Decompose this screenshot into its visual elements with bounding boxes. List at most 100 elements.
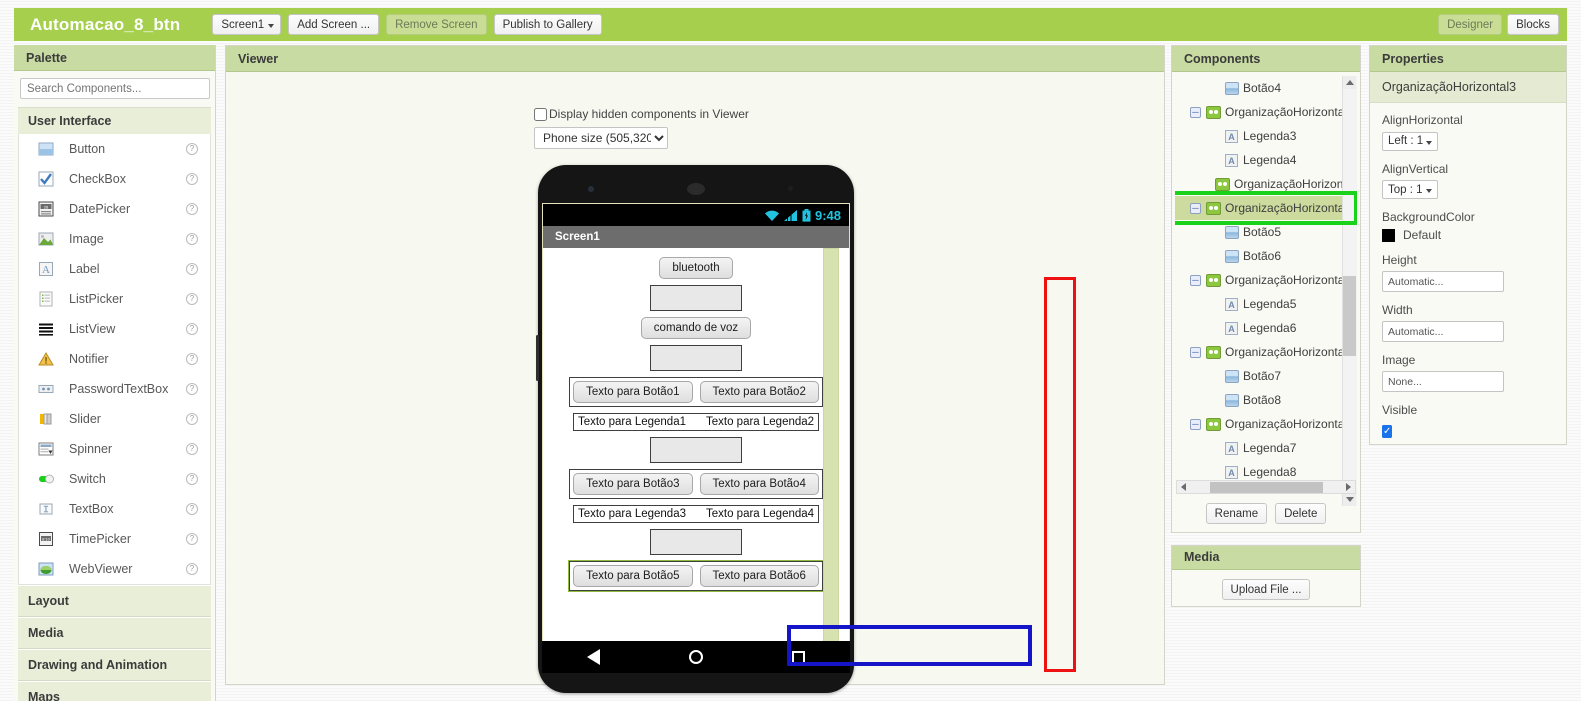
designer-tab-button[interactable]: Designer	[1438, 14, 1503, 35]
palette-category-layout[interactable]: Layout	[18, 585, 211, 617]
phone-horizontal-arrangement-buttons[interactable]: Texto para Botão5 Texto para Botão6	[568, 560, 824, 592]
tree-node-organizaçãohorizonta[interactable]: ─ OrganizaçãoHorizonta	[1175, 196, 1343, 220]
components-tree-horizontal-scrollbar[interactable]	[1176, 480, 1356, 494]
recents-icon[interactable]	[792, 650, 806, 664]
tree-node-legenda7[interactable]: A Legenda7	[1175, 436, 1343, 460]
palette-item-listpicker[interactable]: ListPicker?	[19, 284, 210, 314]
tree-node-botão7[interactable]: Botão7	[1175, 364, 1343, 388]
phone-size-select[interactable]: Phone size (505,320)	[534, 127, 668, 149]
property-text-input[interactable]	[1382, 371, 1504, 392]
scroll-up-icon[interactable]	[1343, 76, 1356, 89]
palette-item-listview[interactable]: ListView?	[19, 314, 210, 344]
horizontal-arrangement[interactable]: Texto para Botão5 Texto para Botão6	[568, 560, 824, 592]
phone-button[interactable]: bluetooth	[659, 257, 733, 279]
help-icon[interactable]: ?	[186, 203, 198, 215]
horizontal-arrangement[interactable]: Texto para Botão3 Texto para Botão4	[569, 469, 823, 499]
phone-button-left[interactable]: Texto para Botão3	[573, 473, 693, 495]
help-icon[interactable]: ?	[186, 473, 198, 485]
palette-item-switch[interactable]: Switch?	[19, 464, 210, 494]
phone-horizontal-arrangement-buttons[interactable]: Texto para Botão3 Texto para Botão4	[569, 469, 823, 499]
property-text-input[interactable]	[1382, 271, 1504, 292]
palette-item-spinner[interactable]: Spinner?	[19, 434, 210, 464]
tree-node-botão6[interactable]: Botão6	[1175, 244, 1343, 268]
collapse-icon[interactable]: ─	[1190, 106, 1201, 118]
help-icon[interactable]: ?	[186, 533, 198, 545]
property-select[interactable]: Top : 1	[1382, 180, 1438, 199]
display-hidden-components-row[interactable]: Display hidden components in Viewer	[534, 107, 749, 121]
tree-node-legenda4[interactable]: A Legenda4	[1175, 148, 1343, 172]
search-components-input[interactable]	[20, 78, 210, 99]
horizontal-arrangement[interactable]: Texto para Legenda3 Texto para Legenda4	[572, 505, 820, 523]
palette-item-datepicker[interactable]: 28 DatePicker?	[19, 194, 210, 224]
palette-item-timepicker[interactable]: 8:10 TimePicker?	[19, 524, 210, 554]
phone-button-left[interactable]: Texto para Botão5	[573, 565, 693, 587]
tree-node-legenda3[interactable]: A Legenda3	[1175, 124, 1343, 148]
help-icon[interactable]: ?	[186, 503, 198, 515]
display-hidden-components-checkbox[interactable]	[534, 107, 547, 121]
collapse-icon[interactable]: ─	[1190, 274, 1201, 286]
tree-node-organizaçãohorizonta[interactable]: ─ OrganizaçãoHorizonta	[1175, 268, 1343, 292]
tree-node-organizaçãohorizonta[interactable]: ─ OrganizaçãoHorizonta	[1175, 340, 1343, 364]
palette-item-webviewer[interactable]: WebViewer?	[19, 554, 210, 584]
components-tree-vertical-scrollbar[interactable]	[1342, 76, 1357, 506]
phone-horizontal-arrangement-buttons[interactable]: Texto para Botão1 Texto para Botão2	[569, 377, 823, 407]
upload-file-button[interactable]: Upload File ...	[1221, 579, 1311, 600]
tree-node-organizaçãohorizonta[interactable]: OrganizaçãoHorizonta	[1175, 172, 1343, 196]
tree-node-legenda6[interactable]: A Legenda6	[1175, 316, 1343, 340]
collapse-icon[interactable]: ─	[1190, 346, 1201, 358]
property-checkbox[interactable]: ✓	[1382, 425, 1393, 438]
tree-node-legenda5[interactable]: A Legenda5	[1175, 292, 1343, 316]
help-icon[interactable]: ?	[186, 353, 198, 365]
components-tree-scroll-thumb[interactable]	[1343, 276, 1356, 356]
tree-node-botão4[interactable]: Botão4	[1175, 76, 1343, 100]
help-icon[interactable]: ?	[186, 293, 198, 305]
tree-node-organizaçãohorizonta[interactable]: ─ OrganizaçãoHorizonta	[1175, 100, 1343, 124]
help-icon[interactable]: ?	[186, 143, 198, 155]
palette-category-drawing-and-animation[interactable]: Drawing and Animation	[18, 649, 211, 681]
help-icon[interactable]: ?	[186, 413, 198, 425]
palette-item-textbox[interactable]: TextBox?	[19, 494, 210, 524]
tree-node-botão8[interactable]: Botão8	[1175, 388, 1343, 412]
palette-category-maps[interactable]: Maps	[18, 681, 211, 701]
phone-textbox-field[interactable]	[650, 437, 742, 463]
blocks-tab-button[interactable]: Blocks	[1507, 14, 1559, 35]
components-tree-hscroll-thumb[interactable]	[1209, 481, 1323, 493]
phone-button-right[interactable]: Texto para Botão2	[699, 381, 819, 403]
tree-node-organizaçãohorizonta[interactable]: ─ OrganizaçãoHorizonta	[1175, 412, 1343, 436]
palette-category-media[interactable]: Media	[18, 617, 211, 649]
palette-item-image[interactable]: Image?	[19, 224, 210, 254]
help-icon[interactable]: ?	[186, 443, 198, 455]
phone-textbox-field[interactable]	[650, 285, 742, 311]
home-icon[interactable]	[688, 650, 703, 664]
help-icon[interactable]: ?	[186, 263, 198, 275]
phone-textbox-field[interactable]	[650, 345, 742, 371]
phone-horizontal-arrangement-labels[interactable]: Texto para Legenda1 Texto para Legenda2	[572, 413, 820, 431]
palette-item-passwordtextbox[interactable]: PasswordTextBox?	[19, 374, 210, 404]
phone-textbox[interactable]	[650, 345, 742, 371]
help-icon[interactable]: ?	[186, 383, 198, 395]
phone-button[interactable]: comando de voz	[640, 317, 752, 339]
palette-section-user-interface[interactable]: User Interface	[18, 107, 211, 134]
phone-textbox[interactable]	[650, 437, 742, 463]
horizontal-arrangement[interactable]: Texto para Botão1 Texto para Botão2	[569, 377, 823, 407]
phone-button-right[interactable]: Texto para Botão6	[699, 565, 819, 587]
horizontal-arrangement[interactable]: Texto para Legenda1 Texto para Legenda2	[572, 413, 820, 431]
phone-button-label[interactable]: bluetooth	[659, 257, 733, 279]
scroll-right-icon[interactable]	[1346, 483, 1351, 491]
viewer-vertical-scrollbar[interactable]	[823, 248, 839, 644]
phone-button-left[interactable]: Texto para Botão1	[573, 381, 693, 403]
palette-item-checkbox[interactable]: CheckBox?	[19, 164, 210, 194]
color-swatch[interactable]	[1382, 228, 1395, 242]
help-icon[interactable]: ?	[186, 563, 198, 575]
tree-node-botão5[interactable]: Botão5	[1175, 220, 1343, 244]
phone-horizontal-arrangement-labels[interactable]: Texto para Legenda3 Texto para Legenda4	[572, 505, 820, 523]
add-screen-button[interactable]: Add Screen ...	[288, 14, 380, 35]
delete-button[interactable]: Delete	[1275, 503, 1327, 524]
help-icon[interactable]: ?	[186, 173, 198, 185]
property-color-row[interactable]: Default	[1382, 228, 1554, 242]
collapse-icon[interactable]: ─	[1190, 418, 1201, 430]
screen-selector-dropdown[interactable]: Screen1	[212, 14, 282, 35]
remove-screen-button[interactable]: Remove Screen	[386, 14, 487, 35]
palette-item-label[interactable]: A Label?	[19, 254, 210, 284]
property-select[interactable]: Left : 1	[1382, 131, 1439, 151]
